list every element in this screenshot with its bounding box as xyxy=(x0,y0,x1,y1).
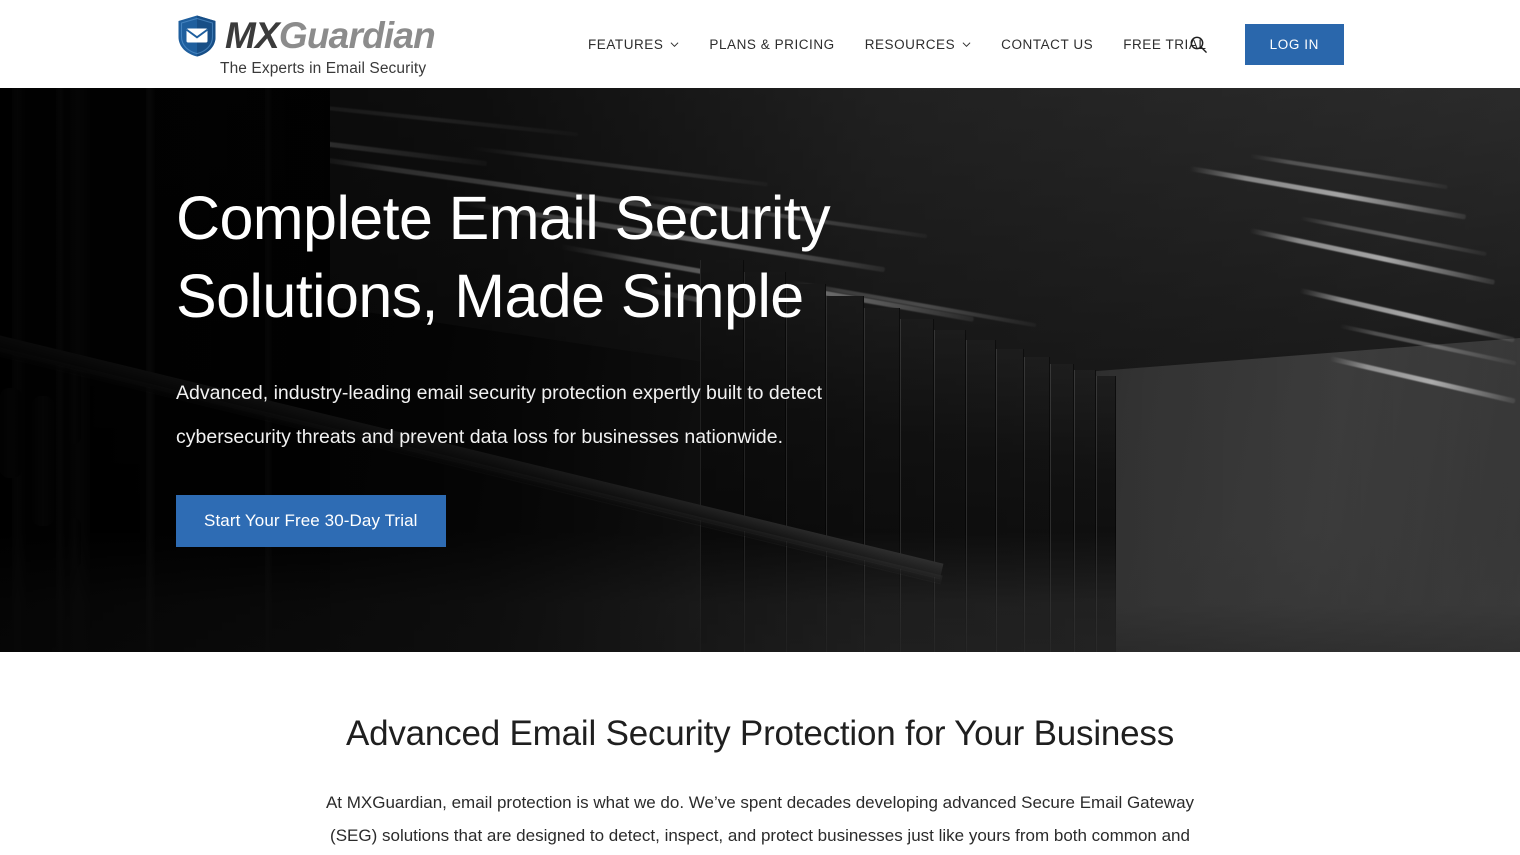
hero-title: Complete Email Security Solutions, Made … xyxy=(176,184,831,330)
nav-item-contact-us[interactable]: CONTACT US xyxy=(986,0,1108,88)
hero-section: Complete Email Security Solutions, Made … xyxy=(0,88,1520,652)
site-header: MXGuardian The Experts in Email Security… xyxy=(0,0,1520,88)
chevron-down-icon xyxy=(670,41,679,47)
nav-item-label: FEATURES xyxy=(588,36,664,52)
login-button[interactable]: LOG IN xyxy=(1244,23,1344,65)
hero-content: Complete Email Security Solutions, Made … xyxy=(176,88,1076,652)
section-title: Advanced Email Security Protection for Y… xyxy=(345,714,1175,753)
hero-subtitle: Advanced, industry-leading email securit… xyxy=(176,382,823,448)
brand-word-secondary: Guardian xyxy=(278,15,436,56)
hero-cta-button[interactable]: Start Your Free 30-Day Trial xyxy=(176,495,446,547)
brand-word-primary: MX xyxy=(225,15,280,56)
nav-item-resources[interactable]: RESOURCES xyxy=(850,0,986,88)
brand-tagline: The Experts in Email Security xyxy=(220,60,427,77)
nav-item-label: RESOURCES xyxy=(864,36,956,52)
intro-section: Advanced Email Security Protection for Y… xyxy=(0,652,1520,852)
nav-item-label: CONTACT US xyxy=(1001,36,1094,52)
header-actions: LOG IN xyxy=(1165,0,1344,88)
shield-envelope-icon xyxy=(176,14,218,58)
chevron-down-icon xyxy=(962,41,971,47)
brand-logo[interactable]: MXGuardian The Experts in Email Security xyxy=(176,14,436,78)
search-icon[interactable] xyxy=(1179,0,1219,88)
nav-item-label: PLANS & PRICING xyxy=(709,36,835,52)
nav-item-features[interactable]: FEATURES xyxy=(588,0,694,88)
brand-wordmark: MXGuardian xyxy=(225,15,436,56)
section-body-text: At MXGuardian, email protection is what … xyxy=(325,793,1195,845)
main-navigation: FEATURES PLANS & PRICING RESOURCES CONTA… xyxy=(588,0,1221,88)
nav-item-plans-pricing[interactable]: PLANS & PRICING xyxy=(694,0,849,88)
